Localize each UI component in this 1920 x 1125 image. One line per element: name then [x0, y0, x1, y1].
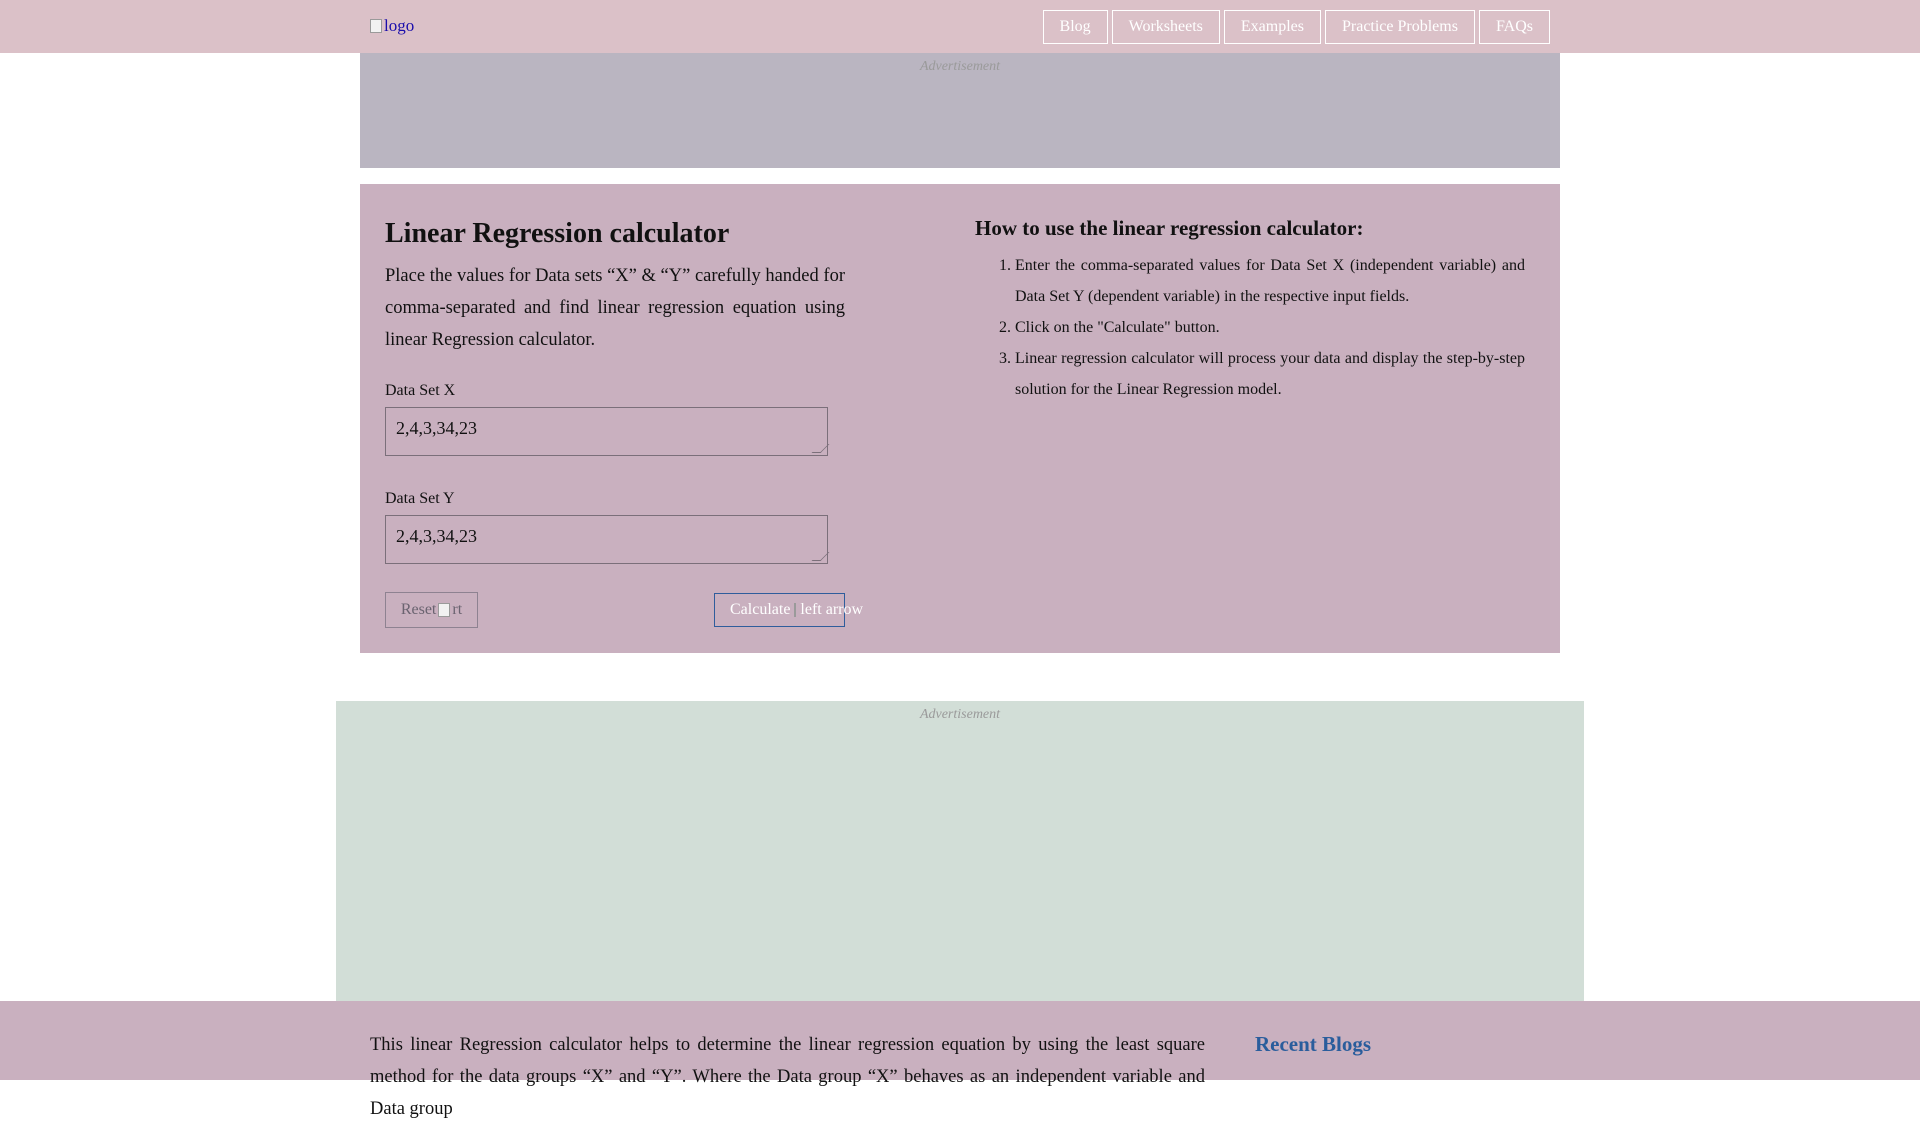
data-set-x-label: Data Set X	[385, 382, 456, 399]
howto-step-text: Linear regression calculator will proces…	[1015, 350, 1525, 398]
logo-alt-text: logo	[384, 16, 415, 35]
top-advertisement[interactable]: Advertisement	[360, 53, 1560, 168]
nav-faqs[interactable]: FAQs	[1478, 10, 1550, 44]
data-set-y-label: Data Set Y	[385, 490, 455, 507]
reset-button-label: Reset	[400, 601, 437, 618]
recent-blogs-title: Recent Blogs	[1255, 1032, 1372, 1056]
resize-handle-icon[interactable]	[811, 444, 830, 453]
data-set-x-value: 2,4,3,34,23	[396, 418, 477, 438]
resize-handle-icon[interactable]	[811, 552, 830, 561]
howto-step: 2. Click on the "Calculate" button.	[999, 319, 1220, 336]
calculator-panel: Linear Regression calculator Place the v…	[360, 184, 1560, 653]
nav-examples[interactable]: Examples	[1223, 10, 1321, 44]
reset-button[interactable]: Reset rt	[385, 592, 478, 628]
calculate-button-label: Calculate	[730, 601, 791, 618]
main-nav: Blog Worksheets Examples Practice Proble…	[1042, 10, 1550, 44]
data-set-y-input[interactable]: 2,4,3,34,23	[385, 515, 830, 564]
bottom-advertisement[interactable]: Advertisement	[336, 701, 1584, 1001]
howto-step-text: Enter the comma-separated values for Dat…	[1015, 257, 1525, 305]
broken-image-icon	[438, 603, 451, 617]
intro-paragraph: This linear Regression calculator helps …	[370, 1035, 1205, 1119]
howto-steps: 1. Enter the comma-separated values for D…	[999, 250, 1525, 405]
calculate-button[interactable]: Calculate left arrow	[714, 593, 863, 627]
broken-image-icon	[370, 19, 382, 33]
site-logo[interactable]: logo	[370, 16, 414, 36]
nav-practice-problems[interactable]: Practice Problems	[1324, 10, 1475, 44]
nav-worksheets[interactable]: Worksheets	[1111, 10, 1220, 44]
calculate-icon-alt: left arrow	[800, 601, 864, 618]
nav-blog[interactable]: Blog	[1042, 10, 1108, 44]
calculator-description: Place the values for Data sets “X” & “Y”…	[385, 266, 845, 350]
howto-step: 3. Linear regression calculator will proc…	[999, 350, 1525, 398]
howto-title: How to use the linear regression calcula…	[975, 216, 1364, 240]
data-set-y-value: 2,4,3,34,23	[396, 526, 477, 546]
broken-image-icon	[794, 603, 797, 617]
ad-label: Advertisement	[919, 707, 1001, 722]
data-set-x-input[interactable]: 2,4,3,34,23	[385, 407, 830, 456]
howto-step: 1. Enter the comma-separated values for D…	[999, 257, 1525, 305]
howto-step-text: Click on the "Calculate" button.	[1015, 319, 1220, 336]
site-header: logo Blog Worksheets Examples Practice P…	[0, 0, 1920, 53]
ad-label: Advertisement	[919, 59, 1001, 74]
reset-icon-alt: rt	[452, 601, 463, 618]
calculator-title: Linear Regression calculator	[385, 218, 730, 249]
